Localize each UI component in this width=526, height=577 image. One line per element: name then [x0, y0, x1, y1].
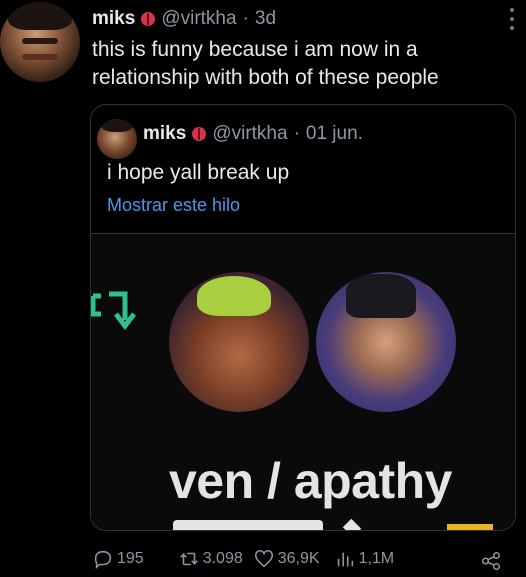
quoted-header: miks @virtkha · 01 jun. [143, 123, 363, 145]
character-portrait-left [169, 272, 309, 412]
quoted-avatar[interactable] [97, 119, 137, 159]
action-bar: 195 3.098 36,9K 1,1M [92, 548, 424, 570]
share-button[interactable] [480, 550, 502, 577]
like-button[interactable]: 36,9K [253, 548, 320, 570]
quoted-timestamp: 01 jun. [305, 123, 363, 144]
like-count: 36,9K [277, 550, 320, 567]
cropped-shape-fragment [342, 518, 362, 530]
tweet-text: this is funny because i am now in a rela… [92, 38, 439, 89]
user-handle[interactable]: @virtkha [161, 8, 236, 30]
heart-icon [254, 549, 273, 568]
views-icon [337, 552, 353, 567]
retweet-button[interactable]: 3.098 [178, 548, 243, 570]
more-options-icon[interactable] [510, 8, 514, 30]
display-name[interactable]: miks [92, 8, 135, 30]
show-thread-link[interactable]: Mostrar este hilo [107, 195, 240, 216]
share-icon [481, 551, 501, 571]
separator: · [242, 8, 249, 29]
separator: · [293, 123, 300, 144]
retweet-icon [179, 552, 198, 566]
timestamp[interactable]: 3d [255, 8, 276, 30]
views-button[interactable]: 1,1M [334, 548, 395, 570]
green-arrow-icon [91, 291, 136, 331]
quoted-text: i hope yall break up [107, 161, 290, 184]
quoted-tweet[interactable]: miks @virtkha · 01 jun. i hope yall brea… [90, 104, 516, 531]
quoted-media-image[interactable]: ven / apathy [91, 233, 515, 530]
avatar[interactable] [0, 2, 80, 82]
retweet-count: 3.098 [202, 550, 243, 567]
reply-button[interactable]: 195 [92, 548, 144, 570]
reply-count: 195 [117, 550, 144, 567]
tweet-header: miks @virtkha · 3d [92, 8, 276, 30]
cropped-text-fragment [173, 520, 323, 530]
quoted-handle: @virtkha [212, 123, 288, 144]
cropped-color-fragment [447, 524, 493, 530]
character-portrait-right [316, 272, 456, 412]
ladybug-badge-icon [141, 12, 156, 26]
media-title: ven / apathy [169, 453, 453, 509]
quoted-display-name: miks [143, 123, 187, 144]
ladybug-badge-icon [192, 127, 207, 141]
views-count: 1,1M [358, 550, 395, 567]
reply-icon [94, 550, 112, 570]
